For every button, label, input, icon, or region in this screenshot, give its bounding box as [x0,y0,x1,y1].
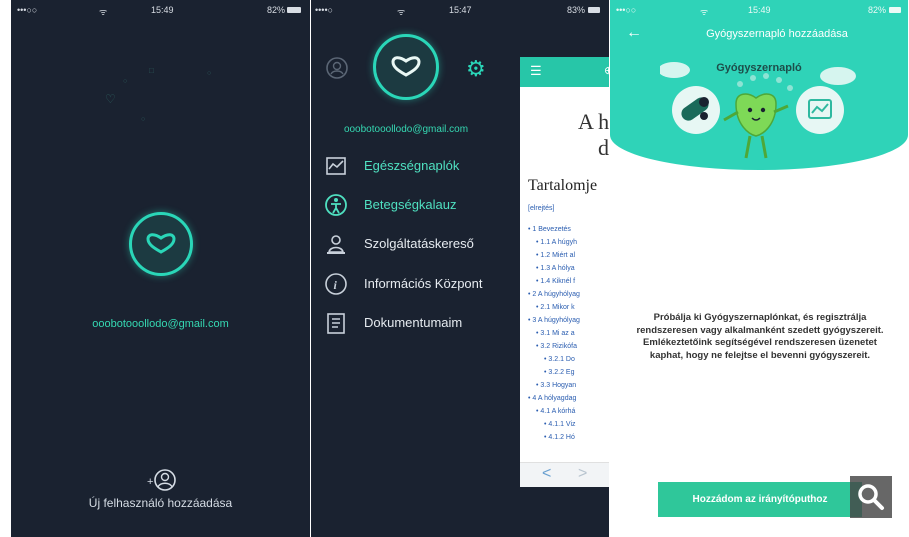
toc-hide-link[interactable]: [elrejtés] [528,205,554,212]
toc-heading: Tartalomje [528,177,598,194]
health-diary-icon [326,157,346,175]
screen-title: Gyógyszernapló hozzáadása [706,28,848,40]
battery-icon [588,7,600,13]
search-icon [858,484,884,510]
toc-item[interactable]: • 4.1.2 Hó [528,431,580,444]
nav-back-button[interactable]: < [542,465,551,483]
disease-guide-icon [325,194,347,216]
description-text: Próbálja ki Gyógyszernaplónkat, és regis… [636,312,884,361]
battery-icon [287,7,301,13]
add-to-dashboard-button[interactable]: Hozzádom az irányítóputhoz [658,482,862,517]
menu-item-info-center[interactable]: i Információs Központ [324,272,524,298]
menu-item-documents[interactable]: Dokumentumaim [324,311,524,337]
floating-bubble-icon: ○ [123,78,128,85]
floating-bubble-icon: ○ [141,116,146,123]
toc-item[interactable]: • 4.1 A kórhá [528,405,580,418]
login-screen: •••○○ ᯤ 15:49 82% ♡ ○ □ ○ ○ ooobotooollo… [11,0,310,537]
menu-item-label: Dokumentumaim [364,315,463,330]
menu-item-label: Szolgáltatáskereső [364,236,474,251]
toc-item[interactable]: • 3.2 Rizikófa [528,340,580,353]
toc-item[interactable]: • 1.3 A hólya [528,262,580,275]
document-panel: ☰ ⊕ A h d Tartalomje [elrejtés] • 1 Beve… [520,57,609,487]
svg-text:+: + [147,476,153,488]
toc-item[interactable]: • 4.1.1 Viz [528,418,580,431]
add-medication-diary-screen: •••○○ ᯤ 15:49 82% ← Gyógyszernapló hozzá… [610,0,908,537]
menu-item-label: Információs Központ [364,276,483,291]
add-user-button[interactable]: Új felhasználó hozzáadása [11,496,310,510]
account-email[interactable]: ooobotooollodo@gmail.com [11,318,310,330]
floating-bubble-icon: ○ [207,70,212,77]
toc-item[interactable]: • 3.1 Mi az a [528,327,580,340]
battery-level: 82% [267,5,286,15]
status-bar: ••••○ ᯤ 15:47 83% [311,0,609,22]
toc-item[interactable]: • 3.2.1 Do [528,353,580,366]
toc-item[interactable]: • 2.1 Mikor k [528,301,580,314]
signal-indicator: •••○○ [616,5,637,15]
status-time: 15:49 [151,5,174,15]
toc-item[interactable]: • 1.1 A húgyh [528,236,580,249]
signal-indicator: ••••○ [315,5,334,15]
document-title-line2: d [598,135,609,160]
signal-indicator: •••○○ [17,5,38,15]
floating-bubble-icon: □ [149,66,154,75]
profile-icon[interactable] [325,56,349,80]
hamburger-menu-icon[interactable]: ☰ [530,63,542,79]
document-title: A h [578,109,609,134]
nav-forward-button[interactable]: > [578,465,587,483]
status-time: 15:49 [748,5,771,15]
status-bar: •••○○ ᯤ 15:49 82% [11,0,310,22]
toc-item[interactable]: • 2 A húgyhólyag [528,288,580,301]
status-time: 15:47 [449,5,472,15]
toc-item[interactable]: • 3.2.2 Eg [528,366,580,379]
status-bar: •••○○ ᯤ 15:49 82% [610,0,908,22]
toc-list: • 1 Bevezetés • 1.1 A húgyh • 1.2 Miért … [528,223,580,444]
account-email: ooobotooollodo@gmail.com [343,124,469,135]
toc-item[interactable]: • 1.2 Miért al [528,249,580,262]
info-center-icon: i [325,273,347,295]
menu-item-service-finder[interactable]: Szolgáltatáskereső [324,232,524,258]
menu-item-label: Betegségkalauz [364,197,457,212]
gear-icon[interactable]: ⚙ [466,56,486,82]
battery-level: 82% [868,5,887,15]
menu-item-label: Egészségnaplók [364,158,460,173]
document-toolbar: ☰ ⊕ [520,57,609,87]
back-arrow-icon[interactable]: ← [626,24,642,42]
toc-item[interactable]: • 1.4 Kiknél f [528,275,580,288]
toc-item[interactable]: • 4 A hólyagdag [528,392,580,405]
menu-item-health-diaries[interactable]: Egészségnaplók [324,154,524,180]
add-user-icon[interactable]: + [143,468,179,494]
heart-logo-icon [129,212,193,276]
documents-icon [327,313,345,334]
zoom-button[interactable] [850,476,892,518]
toc-item[interactable]: • 1 Bevezetés [528,223,580,236]
toc-item[interactable]: • 3 A húgyhólyag [528,314,580,327]
document-nav-bar: < > [520,462,609,487]
menu-item-disease-guide[interactable]: Betegségkalauz [324,193,524,219]
svg-text:i: i [334,278,338,292]
search-icon[interactable]: ⊕ [604,64,609,77]
medication-diary-illustration-icon [660,62,856,159]
menu-screen: ••••○ ᯤ 15:47 83% ⚙ ooobotooollodo@gmail… [311,0,609,537]
wifi-icon: ᯤ [700,7,709,17]
floating-heart-icon: ♡ [105,92,116,106]
service-finder-icon [327,235,345,254]
battery-icon [889,7,901,13]
heart-logo-icon [373,34,439,100]
battery-level: 83% [567,5,586,15]
toc-item[interactable]: • 3.3 Hogyan [528,379,580,392]
wifi-icon: ᯤ [397,7,406,17]
wifi-icon: ᯤ [99,7,108,17]
